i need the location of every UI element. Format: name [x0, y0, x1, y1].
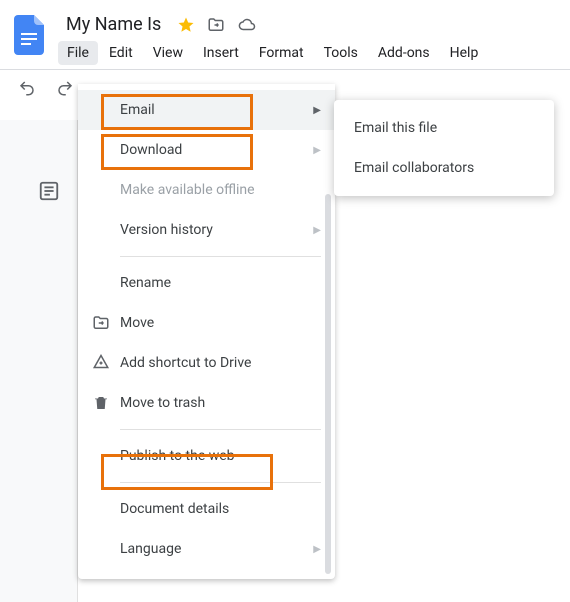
menu-make-offline-label: Make available offline — [120, 182, 321, 198]
submenu-arrow-icon: ▶ — [313, 145, 321, 156]
menu-file[interactable]: File — [58, 41, 98, 65]
menu-language[interactable]: Language ▶ — [78, 529, 335, 569]
menu-publish-web-label: Publish to the web — [120, 448, 321, 464]
redo-icon[interactable] — [56, 79, 74, 101]
menu-email-label: Email — [120, 102, 313, 118]
menu-doc-details[interactable]: Document details — [78, 489, 335, 529]
trash-icon — [92, 394, 120, 412]
menu-insert[interactable]: Insert — [194, 41, 248, 65]
menu-format[interactable]: Format — [250, 41, 313, 65]
menu-rename[interactable]: Rename — [78, 263, 335, 303]
menu-email[interactable]: Email ▶ — [78, 90, 335, 130]
menu-make-offline: Make available offline — [78, 170, 335, 210]
menu-separator — [120, 482, 321, 483]
menu-move-trash-label: Move to trash — [120, 395, 321, 411]
menu-download-label: Download — [120, 142, 313, 158]
menu-language-label: Language — [120, 541, 313, 557]
email-submenu: Email this file Email collaborators — [334, 100, 554, 196]
submenu-email-collab-label: Email collaborators — [354, 160, 474, 176]
menu-publish-web[interactable]: Publish to the web — [78, 436, 335, 476]
menu-separator — [120, 256, 321, 257]
menu-rename-label: Rename — [120, 275, 321, 291]
menu-move[interactable]: Move — [78, 303, 335, 343]
move-folder-icon[interactable] — [207, 16, 225, 34]
submenu-arrow-icon: ▶ — [313, 105, 321, 116]
menu-scrollbar[interactable] — [325, 194, 331, 574]
submenu-arrow-icon: ▶ — [313, 225, 321, 236]
menu-add-shortcut[interactable]: Add shortcut to Drive — [78, 343, 335, 383]
header: My Name Is File Edit View Insert Format … — [0, 0, 570, 69]
star-icon[interactable] — [177, 16, 195, 34]
menu-add-shortcut-label: Add shortcut to Drive — [120, 355, 321, 371]
drive-shortcut-icon — [92, 354, 120, 372]
outline-icon[interactable] — [38, 180, 60, 206]
menu-move-label: Move — [120, 315, 321, 331]
submenu-arrow-icon: ▶ — [313, 544, 321, 555]
undo-icon[interactable] — [18, 79, 36, 101]
move-icon — [92, 314, 120, 332]
cloud-status-icon[interactable] — [237, 16, 257, 34]
docs-logo-icon[interactable] — [10, 8, 50, 58]
document-title[interactable]: My Name Is — [62, 12, 165, 37]
menu-edit[interactable]: Edit — [100, 41, 142, 65]
menu-separator — [120, 429, 321, 430]
submenu-email-file[interactable]: Email this file — [334, 108, 554, 148]
menubar: File Edit View Insert Format Tools Add-o… — [58, 39, 560, 69]
menu-download[interactable]: Download ▶ — [78, 130, 335, 170]
menu-version-history-label: Version history — [120, 222, 313, 238]
menu-tools[interactable]: Tools — [315, 41, 367, 65]
menu-addons[interactable]: Add-ons — [369, 41, 439, 65]
menu-view[interactable]: View — [144, 41, 192, 65]
submenu-email-file-label: Email this file — [354, 120, 437, 136]
menu-version-history[interactable]: Version history ▶ — [78, 210, 335, 250]
file-dropdown: Email ▶ Download ▶ Make available offlin… — [78, 84, 335, 579]
menu-help[interactable]: Help — [441, 41, 488, 65]
menu-move-trash[interactable]: Move to trash — [78, 383, 335, 423]
menu-doc-details-label: Document details — [120, 501, 321, 517]
submenu-email-collaborators[interactable]: Email collaborators — [334, 148, 554, 188]
